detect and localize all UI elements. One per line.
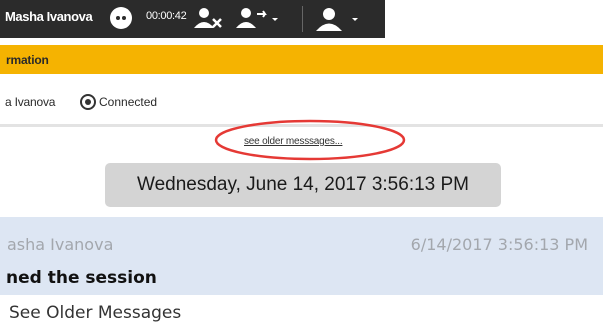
message-sender: asha Ivanova <box>7 235 114 254</box>
chat-bubble-icon <box>110 7 132 29</box>
end-chat-icon[interactable] <box>191 4 225 34</box>
chat-timer: 00:00:42 <box>146 10 187 22</box>
chat-toolbar: Masha Ivanova 00:00:42 <box>0 0 385 38</box>
connection-status: Connected <box>99 95 158 109</box>
connected-status-icon <box>80 94 96 110</box>
participant-name: a Ivanova <box>5 95 56 109</box>
chat-message: asha Ivanova 6/14/2017 3:56:13 PM ned th… <box>0 217 603 295</box>
agent-name: Masha Ivanova <box>5 9 93 24</box>
message-text: ned the session <box>6 268 157 288</box>
toolbar-separator <box>302 6 303 32</box>
date-banner: Wednesday, June 14, 2017 3:56:13 PM <box>105 163 501 207</box>
information-bar-label: rmation <box>6 53 49 67</box>
participant-status: a Ivanova Connected <box>0 92 603 114</box>
date-banner-text: Wednesday, June 14, 2017 3:56:13 PM <box>136 174 470 195</box>
information-bar[interactable]: rmation <box>0 45 603 74</box>
consult-user-icon[interactable] <box>313 4 363 34</box>
see-older-messages-link[interactable]: see older messsages... <box>244 136 343 147</box>
message-timestamp: 6/14/2017 3:56:13 PM <box>410 235 588 254</box>
transfer-chat-icon[interactable] <box>233 4 281 34</box>
figure-caption: See Older Messages <box>9 303 182 323</box>
